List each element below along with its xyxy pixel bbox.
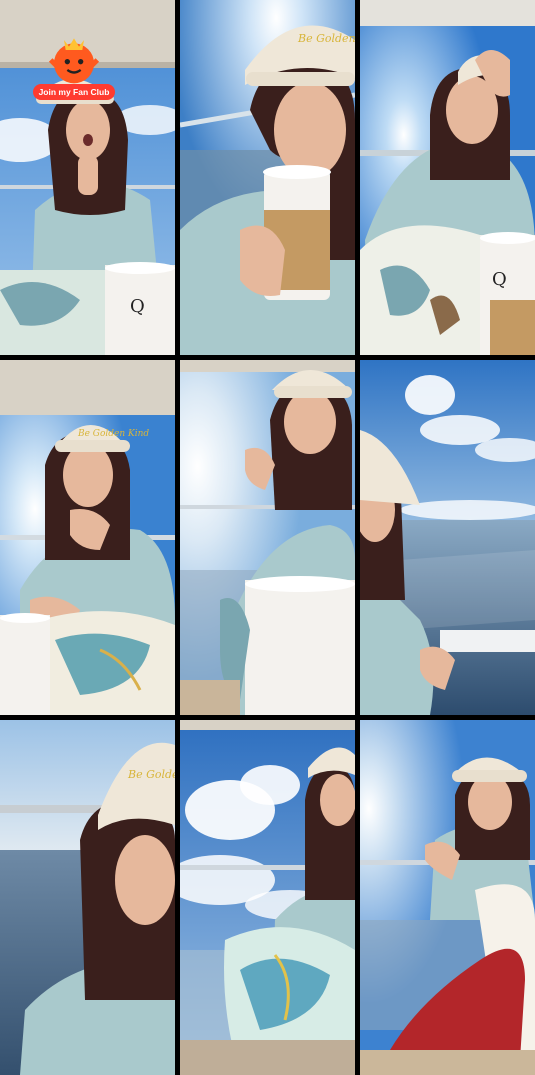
hat-logo-text: Be Golden Kind: [77, 429, 149, 439]
collage-tile-8: [180, 720, 355, 1075]
collage-tile-3: Q: [360, 0, 535, 355]
fan-club-label[interactable]: Join my Fan Club: [32, 83, 116, 100]
collage-tile-4: Be Golden Kind: [0, 360, 175, 715]
fan-club-badge[interactable]: Join my Fan Club: [32, 30, 116, 100]
cup-logo-text: Q: [130, 296, 145, 317]
fan-club-mascot-icon: [48, 38, 100, 84]
collage-tile-7: Be Golden Kind: [0, 720, 175, 1075]
photo-chin-rest: Be Golden Kind: [0, 360, 175, 715]
photo-coffee-closeup: Be Golden Kind: [180, 0, 355, 355]
photo-ocean-view: [360, 360, 535, 715]
photo-selfie-ocean: Be Golden Kind: [0, 720, 175, 1075]
photo-blanket-clouds: [180, 720, 355, 1075]
photo-hand-on-head: Q: [360, 0, 535, 355]
collage-tile-6: [360, 360, 535, 715]
cup-logo-text: Q: [492, 269, 507, 290]
hat-logo-text: Be Golden Kind: [297, 32, 355, 45]
collage-tile-2: Be Golden Kind: [180, 0, 355, 355]
video-collage-grid: Q Join my Fan Club Be Golden Q Be Golden…: [0, 0, 535, 1075]
photo-red-pants: [360, 720, 535, 1075]
collage-tile-9: [360, 720, 535, 1075]
hat-logo-text: Be Golden Kind: [127, 768, 175, 781]
photo-sun-sky: [180, 360, 355, 715]
collage-tile-1: Q Join my Fan Club: [0, 0, 175, 355]
collage-tile-5: [180, 360, 355, 715]
